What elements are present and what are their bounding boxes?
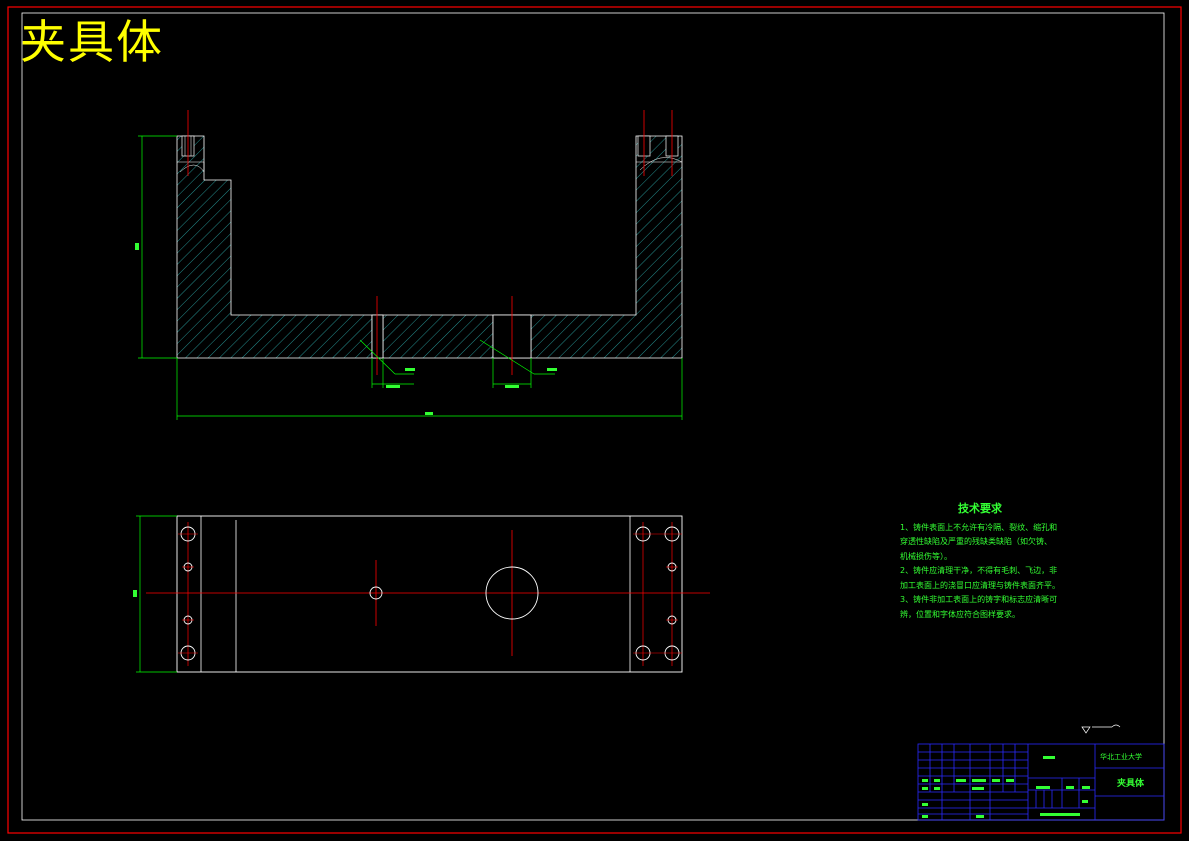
tech-requirement-line: 加工表面上的浇冒口应清理与铸件表面齐平。: [900, 580, 1060, 590]
front-section-view: [135, 110, 683, 420]
tech-requirement-line: 3、铸件非加工表面上的铸字和标志应清晰可: [900, 595, 1058, 604]
tech-requirement-line: 2、铸件应清理干净，不得有毛刺、飞边，非: [900, 566, 1058, 575]
engineering-drawing: [7, 6, 1182, 834]
bolt-holes: [180, 526, 680, 661]
title-block-part-name: 夹具体: [1117, 779, 1145, 789]
top-plan-view: [133, 515, 710, 673]
outer-frame: [7, 6, 1182, 834]
tech-requirement-line: 穿透性缺陷及严重的残缺类缺陷（如欠铸、: [900, 537, 1052, 546]
hole-left: [371, 314, 384, 359]
title-block-small-text: [922, 756, 1090, 818]
inner-frame: [21, 12, 1165, 821]
title-block-school: 华北工业大学: [1100, 753, 1142, 761]
tech-requirement-line: 机械损伤等）。: [900, 551, 952, 561]
tech-requirement-line: 辨，位置和字体应符合图样要求。: [900, 609, 1020, 619]
drawing-title: 夹具体: [20, 15, 164, 69]
section-body: [176, 135, 683, 359]
tech-requirements-title: 技术要求: [958, 502, 1002, 515]
surface-roughness-symbol: [1081, 724, 1121, 734]
plan-outline: [176, 515, 683, 673]
tech-requirement-line: 1、铸件表面上不允许有冷隔、裂纹、缩孔和: [900, 522, 1058, 532]
technical-requirements: 技术要求 1、铸件表面上不允许有冷隔、裂纹、缩孔和 穿透性缺陷及严重的残缺类缺陷…: [900, 502, 1060, 622]
